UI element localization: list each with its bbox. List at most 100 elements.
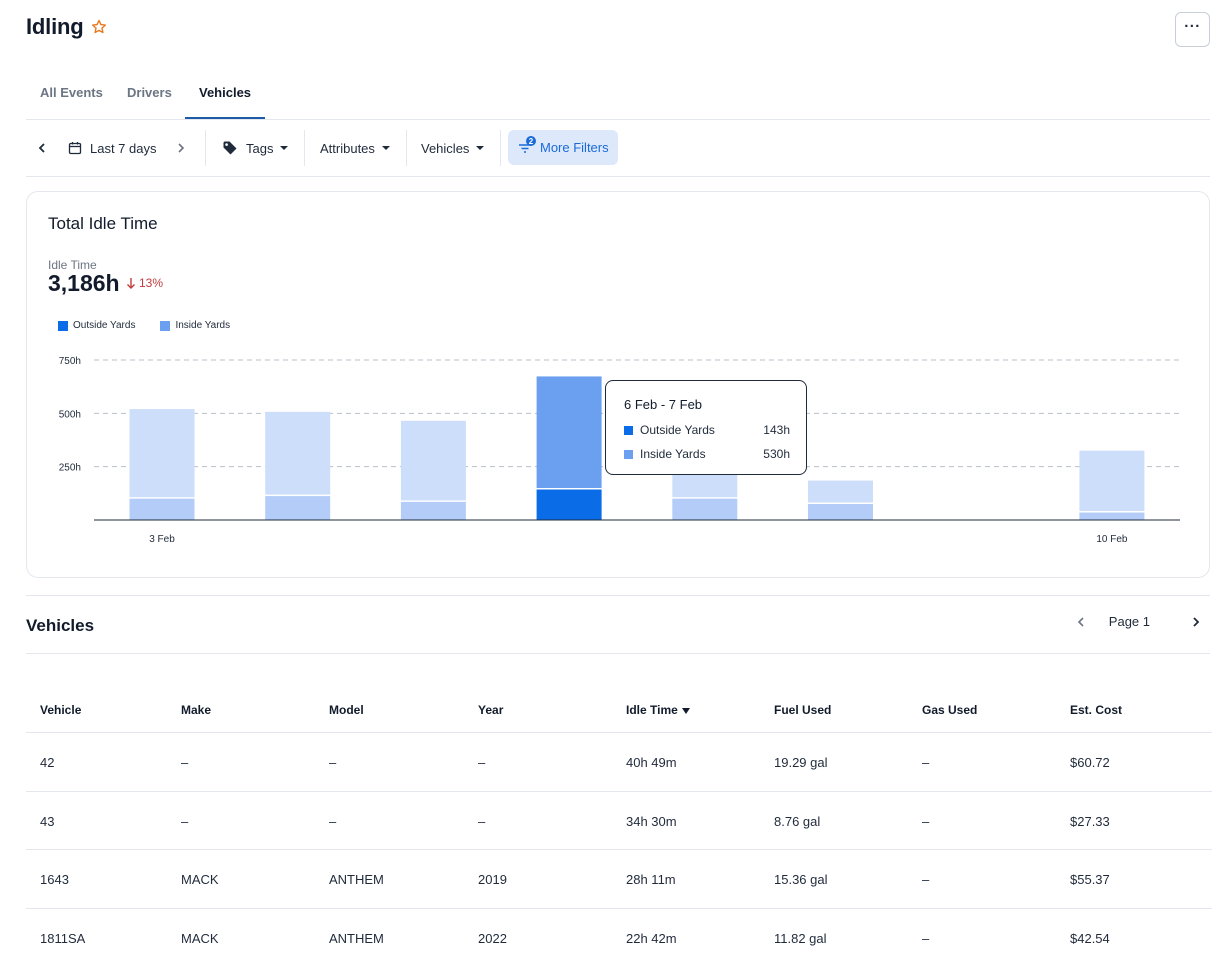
chevron-right-icon[interactable] — [175, 120, 187, 176]
chevron-right-icon[interactable] — [1190, 616, 1202, 628]
divider — [304, 130, 305, 166]
cell-fuel-used: 8.76 gal — [774, 813, 821, 829]
column-header-model[interactable]: Model — [329, 703, 364, 717]
bar-outside-yards — [400, 501, 466, 520]
active-tab-indicator — [185, 117, 265, 119]
column-header-fuel-used[interactable]: Fuel Used — [774, 703, 831, 717]
table-row[interactable]: 42 – – – 40h 49m 19.29 gal – $60.72 — [26, 733, 1212, 792]
y-tick-label: 750h — [59, 356, 81, 367]
divider — [500, 130, 501, 166]
cell-vehicle: 1811SA — [40, 930, 86, 946]
star-outline-icon[interactable] — [91, 19, 107, 35]
cell-idle-time: 40h 49m — [626, 755, 677, 770]
cell-year: 2022 — [478, 930, 507, 946]
cell-model: ANTHEM — [329, 872, 384, 887]
cell-vehicle: 1643 — [40, 872, 69, 887]
date-range-picker[interactable]: Last 7 days — [68, 120, 157, 176]
table-row[interactable]: 1811SA MACK ANTHEM 2022 22h 42m 11.82 ga… — [26, 909, 1212, 960]
column-header-label: Idle Time — [626, 703, 678, 717]
x-tick-label: 3 Feb — [149, 534, 175, 545]
ellipsis-icon: ··· — [1184, 18, 1201, 35]
page-title: Idling — [26, 14, 84, 39]
cell-vehicle: 43 — [40, 813, 55, 829]
tags-filter-label: Tags — [246, 140, 274, 156]
bar-outside-yards — [672, 498, 738, 520]
more-options-button[interactable]: ··· — [1175, 12, 1210, 47]
vehicles-filter-dropdown[interactable]: Vehicles — [421, 120, 485, 176]
column-header-est-cost[interactable]: Est. Cost — [1070, 703, 1122, 717]
cell-gas-used: – — [922, 930, 930, 946]
cell-est-cost: $42.54 — [1070, 930, 1110, 946]
bar-inside-yards — [536, 376, 602, 488]
column-header-idle-time[interactable]: Idle Time — [626, 703, 690, 717]
bar-outside-yards — [808, 504, 873, 520]
cell-gas-used: – — [922, 813, 930, 829]
cell-est-cost: $55.37 — [1070, 872, 1110, 887]
cell-idle-time: 22h 42m — [626, 930, 677, 946]
cell-fuel-used: 15.36 gal — [774, 872, 828, 887]
pagination: Page 1 — [1075, 614, 1202, 629]
cell-est-cost: $60.72 — [1070, 755, 1110, 770]
cell-idle-time: 28h 11m — [626, 872, 676, 887]
table-header: Vehicle Make Model Year Idle Time Fuel U… — [26, 690, 1212, 733]
bar-inside-yards — [808, 480, 873, 503]
y-tick-label: 500h — [59, 409, 81, 420]
cell-idle-time: 34h 30m — [626, 813, 677, 829]
tab-drivers[interactable]: Drivers — [127, 85, 172, 100]
tooltip-title: 6 Feb - 7 Feb — [624, 397, 703, 412]
idle-time-card: Total Idle Time Idle Time 3,186h 13% Out… — [26, 191, 1210, 578]
tooltip-label: Outside Yards — [640, 423, 715, 437]
tab-bar: All Events Drivers Vehicles — [26, 78, 1210, 120]
cell-gas-used: – — [922, 755, 930, 770]
table-row[interactable]: 1643 MACK ANTHEM 2019 28h 11m 15.36 gal … — [26, 850, 1212, 909]
y-tick-label: 250h — [59, 463, 81, 474]
table-row[interactable]: 43 – – – 34h 30m 8.76 gal – $27.33 — [26, 792, 1212, 850]
tooltip-value: 530h — [763, 447, 790, 461]
column-header-gas-used[interactable]: Gas Used — [922, 703, 977, 717]
page-header: Idling — [26, 14, 107, 40]
attributes-filter-label: Attributes — [320, 140, 375, 156]
bar-outside-yards — [1079, 512, 1145, 520]
chevron-left-icon[interactable] — [1075, 616, 1087, 628]
more-filters-label: More Filters — [540, 140, 609, 155]
page-label: Page 1 — [1108, 614, 1150, 629]
bar-outside-yards — [536, 489, 602, 520]
caret-down-icon — [280, 146, 289, 150]
cell-make: MACK — [181, 872, 219, 887]
bar-inside-yards — [265, 411, 331, 495]
filter-count-badge: 2 — [526, 136, 536, 146]
tab-vehicles[interactable]: Vehicles — [199, 85, 251, 100]
bar-inside-yards — [129, 409, 195, 498]
chart-tooltip: 6 Feb - 7 Feb Outside Yards 143h Inside … — [605, 380, 807, 475]
bar-outside-yards — [265, 496, 331, 520]
tooltip-swatch — [624, 425, 633, 435]
cell-model: – — [329, 755, 337, 770]
attributes-filter-dropdown[interactable]: Attributes — [320, 120, 390, 176]
tooltip-swatch — [624, 449, 633, 459]
vehicles-table: Vehicle Make Model Year Idle Time Fuel U… — [26, 690, 1212, 960]
divider — [205, 130, 206, 166]
column-header-year[interactable]: Year — [478, 703, 503, 717]
cell-make: – — [181, 813, 189, 829]
tooltip-row-inside: Inside Yards 530h — [624, 447, 790, 461]
cell-model: ANTHEM — [329, 930, 384, 946]
cell-model: – — [329, 813, 337, 829]
cell-fuel-used: 19.29 gal — [774, 755, 828, 770]
date-range-label: Last 7 days — [90, 140, 157, 156]
more-filters-button[interactable]: 2 More Filters — [508, 130, 618, 165]
tags-filter-dropdown[interactable]: Tags — [222, 120, 289, 176]
cell-est-cost: $27.33 — [1070, 813, 1110, 829]
cell-fuel-used: 11.82 gal — [774, 930, 827, 946]
bar-outside-yards — [129, 498, 195, 520]
vehicles-filter-label: Vehicles — [421, 140, 470, 156]
column-header-vehicle[interactable]: Vehicle — [40, 703, 81, 717]
chevron-left-icon[interactable] — [36, 120, 48, 176]
cell-year: 2019 — [478, 872, 507, 887]
tooltip-value: 143h — [763, 423, 790, 437]
bar-inside-yards — [1079, 450, 1145, 512]
sort-desc-icon — [681, 707, 690, 714]
column-header-make[interactable]: Make — [181, 703, 211, 717]
vehicles-section-header: Vehicles Page 1 — [26, 595, 1210, 654]
tab-all-events[interactable]: All Events — [40, 85, 103, 100]
cell-year: – — [478, 755, 486, 770]
